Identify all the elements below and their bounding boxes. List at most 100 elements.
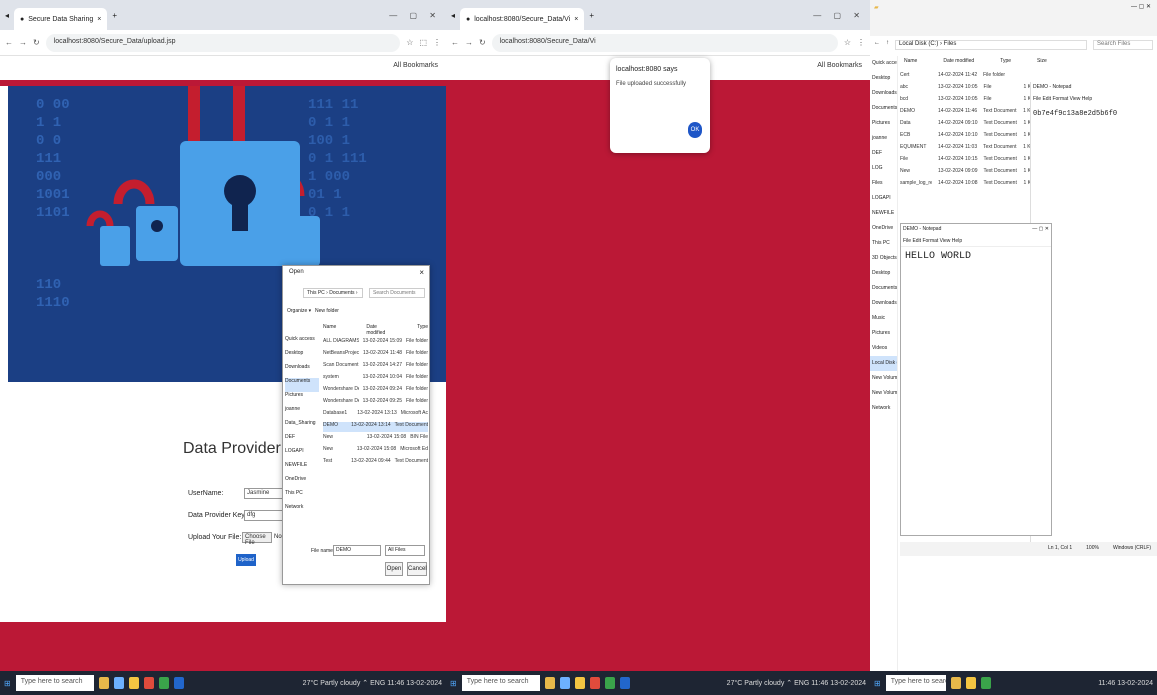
url-input[interactable]: localhost:8080/Secure_Data/Vi: [491, 33, 838, 52]
open-button[interactable]: Open: [385, 562, 403, 576]
dialog-close-icon[interactable]: ×: [419, 268, 424, 277]
nav-item[interactable]: New Volume (E:): [870, 386, 897, 401]
star-icon[interactable]: ☆: [844, 38, 851, 47]
file-row[interactable]: DEMO 14-02-2024 11:46 Text Document 1 KB: [900, 108, 1034, 120]
bookmarks-label[interactable]: All Bookmarks: [817, 62, 862, 69]
windows-start-icon[interactable]: ⊞: [874, 679, 881, 688]
bg-notepad-content[interactable]: 0b7e4f9c13a8e2d5b6f0: [1033, 110, 1155, 118]
new-tab-icon[interactable]: +: [112, 11, 117, 20]
nav-item[interactable]: LOGAPI: [870, 191, 897, 206]
window-controls[interactable]: — ▢ ✕: [389, 11, 441, 20]
nav-item[interactable]: joanne: [285, 406, 319, 420]
back-arrow-icon[interactable]: ←: [451, 38, 459, 47]
windows-start-icon[interactable]: ⊞: [450, 679, 457, 688]
windows-start-icon[interactable]: ⊞: [4, 679, 11, 688]
file-row[interactable]: ALL DIAGRAMS 13-02-2024 15:09 File folder: [323, 338, 428, 348]
col-type[interactable]: Type: [417, 324, 428, 336]
nav-item[interactable]: DEF: [870, 146, 897, 161]
file-row[interactable]: Cert 14-02-2024 11:42 File folder: [900, 72, 1023, 84]
close-tab-icon[interactable]: ×: [574, 16, 578, 23]
app-icon[interactable]: [544, 677, 555, 689]
notepad-text-area[interactable]: HELLO WORLD: [901, 247, 1051, 266]
taskbar-search[interactable]: Type here to search: [885, 675, 946, 691]
organize-menu[interactable]: Organize ▾: [287, 308, 311, 314]
nav-item[interactable]: Downloads: [285, 364, 319, 378]
filename-input[interactable]: DEMO: [333, 545, 381, 556]
browser-tab[interactable]: ● Secure Data Sharing ×: [14, 8, 108, 30]
nav-item[interactable]: Network: [870, 401, 897, 416]
file-row[interactable]: NetBeansProjects13-02-2024 11:48File fol…: [323, 350, 428, 360]
nav-item[interactable]: Network: [285, 504, 319, 518]
app-icon[interactable]: [950, 677, 961, 689]
nav-item[interactable]: joanne: [870, 131, 897, 146]
new-folder-button[interactable]: New folder: [315, 308, 339, 314]
window-controls[interactable]: — ▢ ✕: [1032, 226, 1049, 234]
star-icon[interactable]: ☆: [406, 38, 413, 47]
explorer-search[interactable]: Search Files: [1093, 40, 1153, 50]
up-arrow-icon[interactable]: ↑: [886, 40, 889, 50]
dialog-search-input[interactable]: Search Documents: [369, 288, 425, 298]
nav-item[interactable]: Quick access: [285, 336, 319, 350]
col-date[interactable]: Date modified: [366, 324, 387, 336]
col-name[interactable]: Name: [323, 324, 336, 336]
chrome-icon[interactable]: [158, 677, 169, 689]
file-row[interactable]: Database1 13-02-2024 13:13 Microsoft Ac: [323, 410, 428, 420]
explorer-path[interactable]: Local Disk (C:) › Files: [895, 40, 1087, 50]
file-row[interactable]: File 14-02-2024 10:15 Text Document 1 KB: [900, 156, 1034, 168]
file-row[interactable]: system 13-02-2024 10:04 File folder: [323, 374, 428, 384]
file-row[interactable]: sample_log_response14-02-2024 10:08Text …: [900, 180, 1034, 192]
cancel-button[interactable]: Cancel: [407, 562, 427, 576]
nav-item[interactable]: OneDrive: [870, 221, 897, 236]
file-row[interactable]: EQUIMENT 14-02-2024 11:03 Text Document 1 K…: [900, 144, 1034, 156]
app-icon[interactable]: [589, 677, 600, 689]
close-tab-icon[interactable]: ×: [97, 16, 101, 23]
notepad-menu-bar[interactable]: File Edit Format View Help: [901, 236, 1051, 247]
nav-item[interactable]: Pictures: [870, 326, 897, 341]
taskbar-search[interactable]: Type here to search: [461, 675, 540, 691]
file-row[interactable]: Scan Document 13-02-2024 14:27 File folder: [323, 362, 428, 372]
nav-item[interactable]: Downloads: [870, 296, 897, 311]
nav-item[interactable]: Quick access: [870, 56, 897, 71]
reload-icon[interactable]: ↻: [479, 38, 486, 47]
nav-item[interactable]: Documents: [870, 281, 897, 296]
back-arrow-icon[interactable]: ←: [874, 40, 880, 50]
app-icon[interactable]: [143, 677, 154, 689]
browser-tab[interactable]: ● localhost:8080/Secure_Data/Vi ×: [460, 8, 585, 30]
new-tab-icon[interactable]: +: [589, 11, 594, 20]
nav-item[interactable]: Desktop: [870, 266, 897, 281]
nav-item[interactable]: NEWFILE: [870, 206, 897, 221]
menu-icon[interactable]: ⋮: [857, 38, 865, 47]
nav-item[interactable]: Pictures: [870, 116, 897, 131]
bg-notepad-menu[interactable]: File Edit Format View Help: [1033, 96, 1155, 102]
folder-icon[interactable]: [574, 677, 585, 689]
nav-item[interactable]: LOG: [870, 161, 897, 176]
upload-button[interactable]: Upload: [236, 554, 256, 566]
file-row[interactable]: New 13-02-2024 15:08 Microsoft Ed: [323, 446, 428, 456]
app-icon[interactable]: [559, 677, 570, 689]
file-row[interactable]: Wondershare Demo Creator13-02-2024 09:24…: [323, 386, 428, 396]
url-input[interactable]: localhost:8080/Secure_Data/upload.jsp: [45, 33, 401, 52]
app-icon[interactable]: [98, 677, 109, 689]
dialog-path-bar[interactable]: This PC › Documents ›: [303, 288, 363, 298]
file-row[interactable]: Data 14-02-2024 09:10 Text Document 1 KB: [900, 120, 1034, 132]
forward-arrow-icon[interactable]: →: [19, 38, 27, 47]
app-icon[interactable]: [113, 677, 124, 689]
nav-item[interactable]: This PC: [870, 236, 897, 251]
taskbar-search[interactable]: Type here to search: [15, 675, 94, 691]
chrome-icon[interactable]: [604, 677, 615, 689]
nav-item[interactable]: Desktop: [870, 71, 897, 86]
back-arrow-icon[interactable]: ←: [5, 38, 13, 47]
app-icon[interactable]: [173, 677, 184, 689]
nav-item[interactable]: Pictures: [285, 392, 319, 406]
window-controls[interactable]: — ▢ ✕: [1131, 3, 1151, 10]
nav-item[interactable]: This PC: [285, 490, 319, 504]
file-row[interactable]: Wondershare Demo Creator Spark13-02-2024…: [323, 398, 428, 408]
file-row[interactable]: New 13-02-2024 15:08 BIN File: [323, 434, 428, 444]
nav-item[interactable]: NEWFILE: [285, 462, 319, 476]
system-tray[interactable]: 27°C Partly cloudy ⌃ ENG 11:46 13-02-202…: [727, 679, 866, 687]
window-controls[interactable]: — ▢ ✕: [813, 11, 865, 20]
nav-item[interactable]: OneDrive: [285, 476, 319, 490]
nav-item[interactable]: Videos: [870, 341, 897, 356]
file-row[interactable]: ECB 14-02-2024 10:10 Text Document 1 KB: [900, 132, 1034, 144]
bookmarks-label[interactable]: All Bookmarks: [393, 62, 438, 69]
